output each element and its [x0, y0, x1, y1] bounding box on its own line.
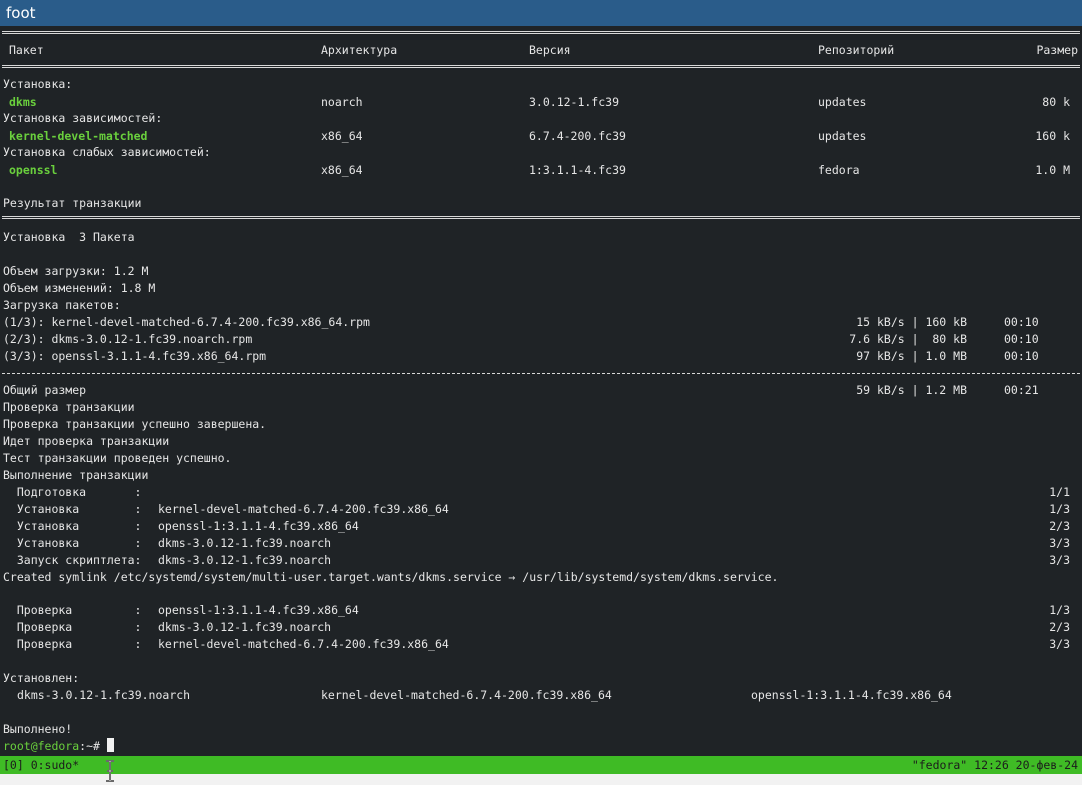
- header-size: Размер: [1036, 43, 1078, 57]
- package-size: 80 k: [1042, 95, 1070, 109]
- table-rule-header: [2, 65, 1080, 68]
- download-line: (1/3): kernel-devel-matched-6.7.4-200.fc…: [3, 315, 1039, 329]
- tmux-window-list[interactable]: [0] 0:sudo*: [3, 756, 79, 774]
- package-name: dkms: [9, 95, 37, 109]
- package-name: openssl: [9, 163, 58, 177]
- terminal-output[interactable]: Пакет Архитектура Версия Репозиторий Раз…: [0, 26, 1082, 756]
- header-repo: Репозиторий: [818, 43, 895, 57]
- install-count: Установка 3 Пакета: [3, 230, 135, 244]
- package-repo: updates: [818, 129, 867, 143]
- tmux-status-bar: [0] 0:sudo* "fedora" 12:26 20-фев-24: [0, 756, 1082, 774]
- step-line: Установка : kernel-devel-matched-6.7.4-2…: [3, 502, 1070, 516]
- done-line: Выполнено!: [3, 722, 73, 736]
- step-line: Подготовка : 1/1: [3, 485, 1070, 499]
- group-label: Установка:: [3, 77, 73, 91]
- package-repo: updates: [818, 95, 867, 109]
- package-version: 1:3.1.1-4.fc39: [529, 163, 626, 177]
- package-repo: fedora: [818, 163, 860, 177]
- transaction-line: Идет проверка транзакции: [3, 434, 170, 448]
- download-size: Объем загрузки: 1.2 M: [3, 264, 149, 278]
- installed-item: dkms-3.0.12-1.fc39.noarch: [17, 688, 191, 702]
- package-version: 3.0.12-1.fc39: [529, 95, 620, 109]
- table-row: openssl x86_64 1:3.1.1-4.fc39 fedora 1.0…: [0, 162, 1082, 179]
- total-line: Общий размер 59 kB/s | 1.2 MB 00:21: [3, 383, 1039, 397]
- transaction-line: Тест транзакции проведен успешно.: [3, 451, 232, 465]
- group-label: Установка зависимостей:: [3, 111, 163, 125]
- package-size: 1.0 M: [1035, 163, 1070, 177]
- package-arch: noarch: [321, 95, 363, 109]
- installed-item: kernel-devel-matched-6.7.4-200.fc39.x86_…: [321, 688, 612, 702]
- step-line: Запуск скриптлета: dkms-3.0.12-1.fc39.no…: [3, 553, 1070, 567]
- table-header-row: Пакет Архитектура Версия Репозиторий Раз…: [0, 42, 1082, 59]
- package-size: 160 k: [1035, 129, 1070, 143]
- text-select-cursor-icon: [106, 760, 114, 782]
- text-cursor: [106, 738, 114, 752]
- installed-item: openssl-1:3.1.1-4.fc39.x86_64: [751, 688, 952, 702]
- package-name: kernel-devel-matched: [9, 129, 148, 143]
- download-line: (2/3): dkms-3.0.12-1.fc39.noarch.rpm 7.6…: [3, 332, 1039, 346]
- table-rule-top: [2, 31, 1080, 34]
- transaction-line: Выполнение транзакции: [3, 468, 149, 482]
- downloading-label: Загрузка пакетов:: [3, 298, 121, 312]
- step-line: Установка : dkms-3.0.12-1.fc39.noarch 3/…: [3, 536, 1070, 550]
- transaction-line: Проверка транзакции успешно завершена.: [3, 417, 267, 431]
- foot-terminal-window: foot Пакет Архитектура Версия Репозитори…: [0, 0, 1082, 785]
- step-line: Установка : openssl-1:3.1.1-4.fc39.x86_6…: [3, 519, 1070, 533]
- verify-line: Проверка : kernel-devel-matched-6.7.4-20…: [3, 637, 1070, 651]
- shell-prompt[interactable]: root@fedora:~#: [0, 738, 1082, 755]
- symlink-line: Created symlink /etc/systemd/system/mult…: [3, 570, 779, 584]
- header-arch: Архитектура: [321, 43, 398, 57]
- package-arch: x86_64: [321, 129, 363, 143]
- installed-size: Объем изменений: 1.8 M: [3, 281, 156, 295]
- installed-label: Установлен:: [3, 671, 80, 685]
- transaction-line: Проверка транзакции: [3, 400, 135, 414]
- summary-title: Результат транзакции: [3, 196, 142, 210]
- installed-list: dkms-3.0.12-1.fc39.noarch kernel-devel-m…: [0, 687, 1082, 704]
- prompt-suffix: :~#: [79, 739, 107, 753]
- download-line: (3/3): openssl-3.1.1-4.fc39.x86_64.rpm 9…: [3, 349, 1039, 363]
- header-version: Версия: [529, 43, 571, 57]
- window-title: foot: [0, 0, 1082, 26]
- table-row: dkms noarch 3.0.12-1.fc39 updates 80 k: [0, 94, 1082, 111]
- summary-rule: [2, 216, 1080, 219]
- total-rule: [2, 373, 1080, 374]
- package-version: 6.7.4-200.fc39: [529, 129, 626, 143]
- package-arch: x86_64: [321, 163, 363, 177]
- verify-line: Проверка : dkms-3.0.12-1.fc39.noarch 2/3: [3, 620, 1070, 634]
- group-label: Установка слабых зависимостей:: [3, 145, 211, 159]
- prompt-user: root@fedora: [3, 739, 80, 753]
- table-row: kernel-devel-matched x86_64 6.7.4-200.fc…: [0, 128, 1082, 145]
- tmux-status-right: "fedora" 12:26 20-фев-24: [911, 758, 1078, 772]
- verify-line: Проверка : openssl-1:3.1.1-4.fc39.x86_64…: [3, 603, 1070, 617]
- header-package: Пакет: [9, 43, 44, 57]
